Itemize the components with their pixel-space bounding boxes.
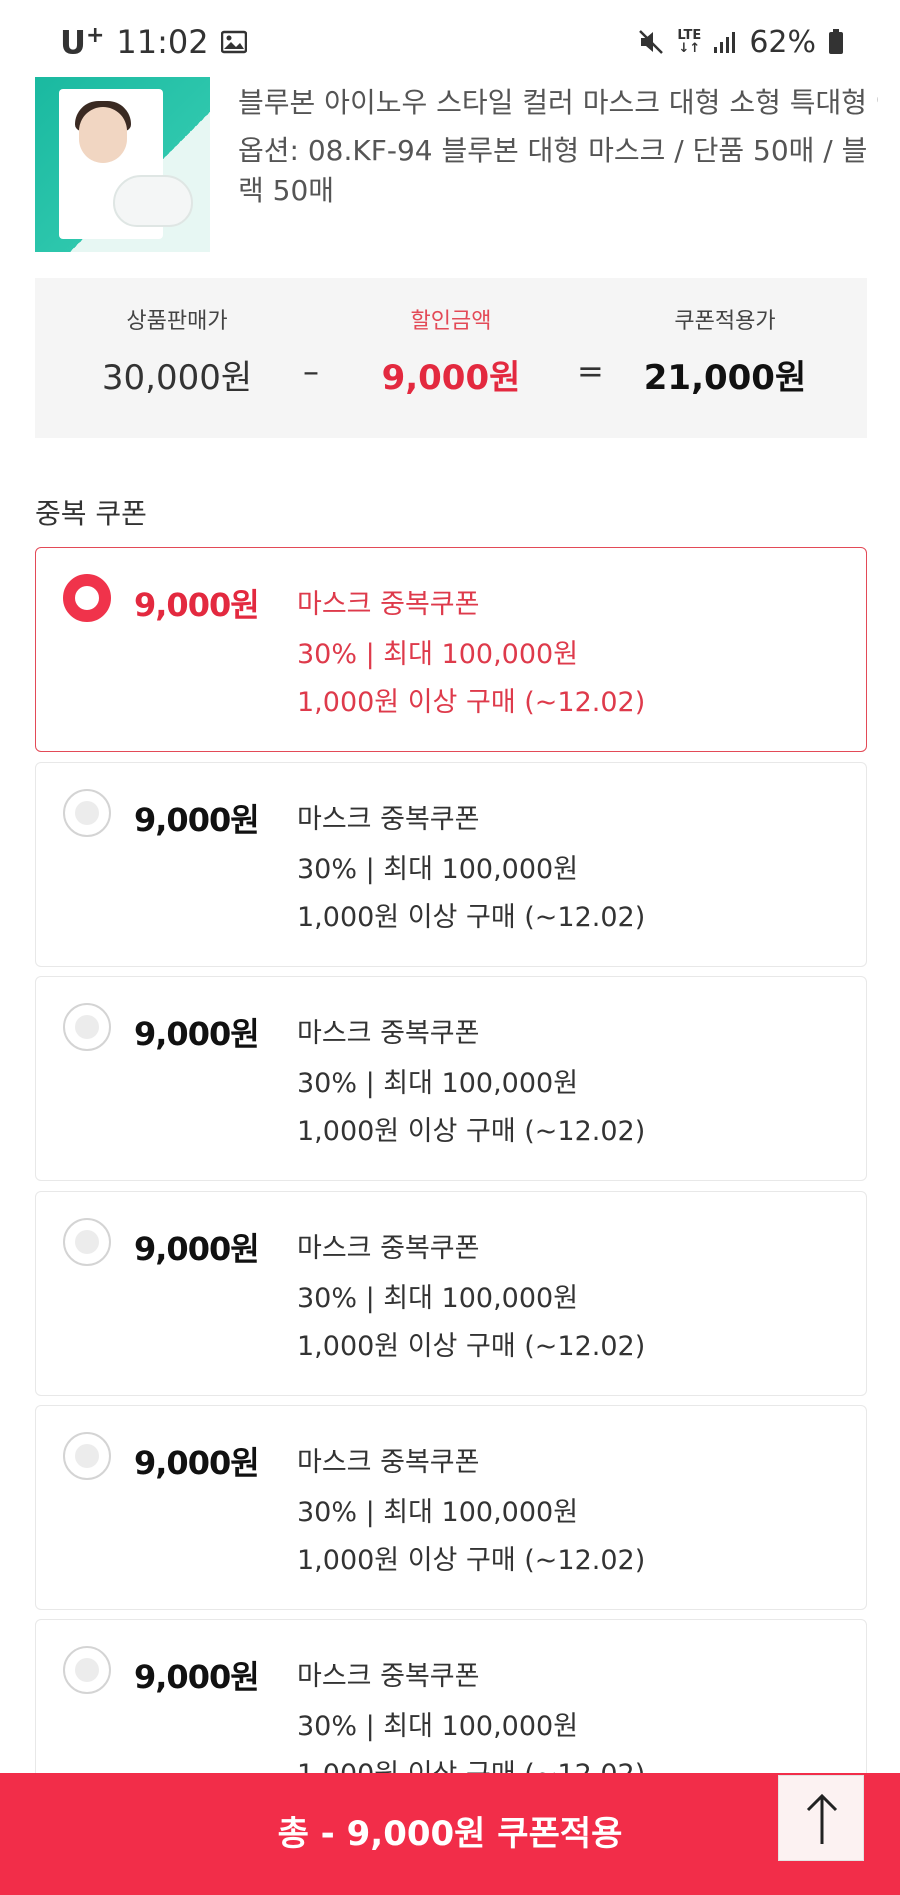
signal-icon [713, 30, 737, 54]
coupon-option[interactable]: 9,000원 마스크 중복쿠폰 30% | 최대 100,000원 1,000원… [35, 1191, 867, 1396]
coupon-option[interactable]: 9,000원 마스크 중복쿠폰 30% | 최대 100,000원 1,000원… [35, 762, 867, 967]
coupon-condition: 1,000원 이상 구매 (~12.02) [297, 1331, 646, 1362]
coupon-condition: 1,000원 이상 구매 (~12.02) [297, 902, 646, 933]
product-option: 옵션: 08.KF-94 블루본 대형 마스크 / 단품 50매 / 블랙 50… [238, 134, 868, 207]
coupon-rate: 30% | 최대 100,000원 [297, 1283, 579, 1314]
coupon-amount: 9,000원 [134, 1444, 260, 1482]
final-label: 쿠폰적용가 [674, 309, 776, 334]
coupon-rate: 30% | 최대 100,000원 [297, 639, 579, 670]
coupon-rate: 30% | 최대 100,000원 [297, 854, 579, 885]
scroll-top-button[interactable] [778, 1775, 864, 1861]
coupon-amount: 9,000원 [134, 801, 260, 839]
coupon-condition: 1,000원 이상 구매 (~12.02) [297, 1545, 646, 1576]
carrier-label: U+ [60, 22, 105, 62]
radio-button[interactable] [63, 1646, 111, 1694]
mute-icon [637, 28, 665, 56]
status-left: U+ 11:02 [60, 20, 247, 64]
battery-icon [828, 29, 844, 55]
coupon-amount: 9,000원 [134, 1230, 260, 1268]
radio-button[interactable] [63, 1003, 111, 1051]
apply-coupon-label: 총 - 9,000원 쿠폰적용 [277, 1814, 623, 1854]
status-right: LTE ↓↑ 62% [637, 20, 844, 64]
coupon-name: 마스크 중복쿠폰 [297, 1018, 480, 1049]
price-label: 상품판매가 [126, 309, 228, 334]
coupon-amount: 9,000원 [134, 586, 260, 624]
price-summary: 상품판매가 30,000원 – 할인금액 9,000원 = 쿠폰적용가 21,0… [35, 278, 867, 438]
final-value: 21,000원 [643, 358, 807, 398]
price-value: 30,000원 [101, 358, 253, 398]
radio-button[interactable] [63, 1432, 111, 1480]
image-icon [220, 30, 247, 54]
coupon-name: 마스크 중복쿠폰 [297, 1233, 480, 1264]
product-title: 블루본 아이노우 스타일 컬러 마스크 대형 소형 특대형 어 [238, 86, 878, 119]
status-time: 11:02 [116, 23, 209, 61]
status-bar: U+ 11:02 LTE ↓↑ 62% [0, 0, 900, 80]
coupon-amount: 9,000원 [134, 1658, 260, 1696]
section-title: 중복 쿠폰 [35, 497, 147, 530]
coupon-name: 마스크 중복쿠폰 [297, 1447, 480, 1478]
product-thumbnail [35, 77, 210, 252]
coupon-name: 마스크 중복쿠폰 [297, 589, 480, 620]
coupon-condition: 1,000원 이상 구매 (~12.02) [297, 1116, 646, 1147]
equals-sign: = [577, 352, 604, 390]
apply-coupon-button[interactable]: 총 - 9,000원 쿠폰적용 [0, 1773, 900, 1895]
coupon-amount: 9,000원 [134, 1015, 260, 1053]
discount-value: 9,000원 [381, 358, 521, 398]
lte-arrows: ↓↑ [678, 41, 701, 56]
coupon-option[interactable]: 9,000원 마스크 중복쿠폰 30% | 최대 100,000원 1,000원… [35, 976, 867, 1181]
battery-percent: 62% [749, 24, 816, 60]
arrow-up-icon [779, 1776, 865, 1862]
lte-icon: LTE ↓↑ [677, 29, 701, 55]
coupon-option[interactable]: 9,000원 마스크 중복쿠폰 30% | 최대 100,000원 1,000원… [35, 547, 867, 752]
coupon-option[interactable]: 9,000원 마스크 중복쿠폰 30% | 최대 100,000원 1,000원… [35, 1405, 867, 1610]
discount-label: 할인금액 [410, 309, 492, 334]
radio-button[interactable] [63, 789, 111, 837]
coupon-condition: 1,000원 이상 구매 (~12.02) [297, 687, 646, 718]
coupon-rate: 30% | 최대 100,000원 [297, 1068, 579, 1099]
radio-button[interactable] [63, 574, 111, 622]
coupon-rate: 30% | 최대 100,000원 [297, 1497, 579, 1528]
product-info: 블루본 아이노우 스타일 컬러 마스크 대형 소형 특대형 어 옵션: 08.K… [35, 77, 878, 253]
radio-button[interactable] [63, 1218, 111, 1266]
coupon-rate: 30% | 최대 100,000원 [297, 1711, 579, 1742]
minus-sign: – [303, 352, 319, 390]
coupon-name: 마스크 중복쿠폰 [297, 804, 480, 835]
coupon-name: 마스크 중복쿠폰 [297, 1661, 480, 1692]
